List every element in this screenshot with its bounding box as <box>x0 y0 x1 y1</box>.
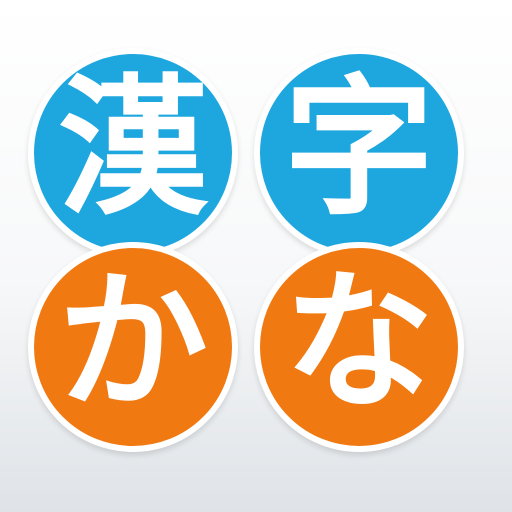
kana-na-circle: な <box>254 242 464 452</box>
kana-ka-glyph: か <box>57 256 208 430</box>
kanji-ji-glyph: 字 <box>283 62 434 236</box>
kanji-kan-glyph: 漢 <box>57 62 208 236</box>
app-icon: 漢 字 か な <box>0 0 512 512</box>
kana-na-glyph: な <box>283 256 434 430</box>
kanji-ji-circle: 字 <box>254 48 464 258</box>
kanji-kan-circle: 漢 <box>28 48 238 258</box>
kana-ka-circle: か <box>28 242 238 452</box>
